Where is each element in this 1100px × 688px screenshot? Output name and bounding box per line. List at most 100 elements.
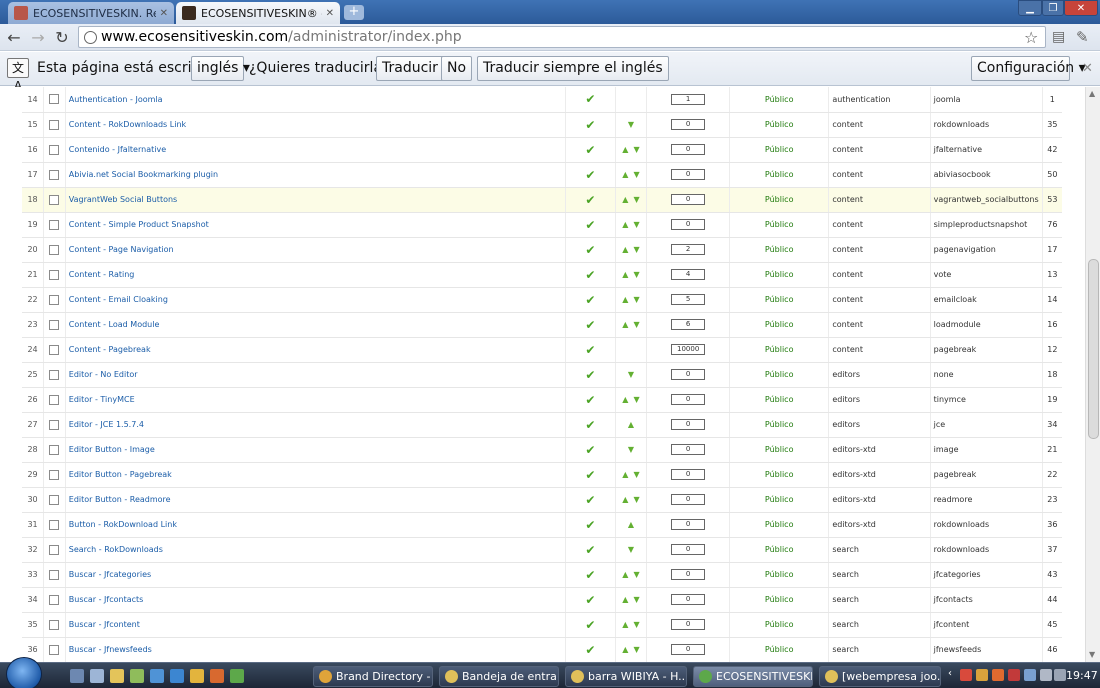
order-down-icon[interactable]: ▼ bbox=[634, 170, 640, 179]
order-down-icon[interactable]: ▼ bbox=[634, 395, 640, 404]
check-icon[interactable]: ✔ bbox=[585, 343, 595, 357]
order-down-icon[interactable]: ▼ bbox=[634, 295, 640, 304]
order-input[interactable]: 1 bbox=[671, 93, 706, 105]
order-input[interactable]: 2 bbox=[671, 244, 706, 255]
plugin-name-link[interactable]: Buscar - Jfcontacts bbox=[69, 595, 144, 604]
vertical-scrollbar[interactable]: ▲ ▼ bbox=[1085, 87, 1100, 662]
check-icon[interactable]: ✔ bbox=[585, 92, 595, 106]
forward-arrow-icon[interactable]: → bbox=[28, 28, 48, 48]
order-input[interactable]: 0 bbox=[671, 169, 706, 180]
order-down-icon[interactable]: ▼ bbox=[634, 145, 640, 154]
access-link[interactable]: Público bbox=[765, 320, 794, 329]
access-link[interactable]: Público bbox=[765, 370, 794, 379]
order-input[interactable]: 0 bbox=[671, 594, 706, 605]
row-checkbox[interactable] bbox=[49, 394, 60, 405]
order-input[interactable]: 0 bbox=[671, 469, 706, 480]
plugin-name-link[interactable]: Content - RokDownloads Link bbox=[69, 120, 186, 129]
order-input[interactable]: 0 bbox=[671, 119, 706, 130]
order-up-icon[interactable]: ▲ bbox=[622, 170, 628, 179]
plugin-name-link[interactable]: Editor Button - Readmore bbox=[69, 495, 171, 504]
translate-settings-button[interactable]: Configuración ▾ bbox=[971, 56, 1086, 81]
address-bar[interactable]: www.ecosensitiveskin.com/administrator/i… bbox=[78, 26, 1046, 48]
row-checkbox[interactable] bbox=[49, 94, 60, 105]
access-link[interactable]: Público bbox=[765, 395, 794, 404]
order-input[interactable]: 0 bbox=[671, 194, 706, 205]
access-link[interactable]: Público bbox=[765, 295, 794, 304]
order-down-icon[interactable]: ▼ bbox=[634, 620, 640, 629]
scroll-thumb[interactable] bbox=[1088, 259, 1099, 439]
plugin-name-link[interactable]: Content - Email Cloaking bbox=[69, 295, 168, 304]
check-icon[interactable]: ✔ bbox=[585, 568, 595, 582]
check-icon[interactable]: ✔ bbox=[585, 393, 595, 407]
browser-tab-1[interactable]: ECOSENSITIVESKIN® - Adm ✕ bbox=[176, 2, 340, 24]
row-checkbox[interactable] bbox=[49, 594, 60, 605]
no-button[interactable]: No bbox=[441, 56, 473, 81]
order-up-icon[interactable]: ▲ bbox=[622, 220, 628, 229]
check-icon[interactable]: ✔ bbox=[585, 293, 595, 307]
show-desktop-icon[interactable] bbox=[70, 669, 84, 683]
order-up-icon[interactable]: ▲ bbox=[622, 470, 628, 479]
network-icon[interactable] bbox=[1024, 669, 1036, 681]
access-link[interactable]: Público bbox=[765, 470, 794, 479]
maximize-button[interactable]: ❐ bbox=[1042, 0, 1064, 16]
back-arrow-icon[interactable]: ← bbox=[4, 28, 24, 48]
order-input[interactable]: 0 bbox=[671, 619, 706, 630]
new-tab-button[interactable]: + bbox=[344, 5, 364, 20]
check-icon[interactable]: ✔ bbox=[585, 318, 595, 332]
order-input[interactable]: 6 bbox=[671, 319, 706, 330]
order-up-icon[interactable]: ▲ bbox=[622, 495, 628, 504]
order-down-icon[interactable]: ▼ bbox=[628, 545, 634, 554]
order-up-icon[interactable]: ▲ bbox=[622, 270, 628, 279]
taskbar-item[interactable]: Brand Directory - ... bbox=[313, 666, 433, 687]
plugin-name-link[interactable]: Editor - No Editor bbox=[69, 370, 138, 379]
order-down-icon[interactable]: ▼ bbox=[634, 570, 640, 579]
order-down-icon[interactable]: ▼ bbox=[634, 195, 640, 204]
row-checkbox[interactable] bbox=[49, 494, 60, 505]
row-checkbox[interactable] bbox=[49, 469, 60, 480]
browser-tab-0[interactable]: ECOSENSITIVESKIN. Regalo ✕ bbox=[8, 2, 174, 24]
row-checkbox[interactable] bbox=[49, 319, 60, 330]
scroll-down-icon[interactable]: ▼ bbox=[1089, 650, 1095, 659]
check-icon[interactable]: ✔ bbox=[585, 518, 595, 532]
row-checkbox[interactable] bbox=[49, 544, 60, 555]
check-icon[interactable]: ✔ bbox=[585, 368, 595, 382]
order-down-icon[interactable]: ▼ bbox=[634, 270, 640, 279]
plugin-name-link[interactable]: Content - Rating bbox=[69, 270, 135, 279]
order-down-icon[interactable]: ▼ bbox=[634, 595, 640, 604]
always-translate-button[interactable]: Traducir siempre el inglés bbox=[477, 56, 669, 81]
start-button[interactable] bbox=[6, 657, 42, 688]
order-up-icon[interactable]: ▲ bbox=[622, 195, 628, 204]
access-link[interactable]: Público bbox=[765, 95, 794, 104]
access-link[interactable]: Público bbox=[765, 345, 794, 354]
check-icon[interactable]: ✔ bbox=[585, 193, 595, 207]
order-down-icon[interactable]: ▼ bbox=[634, 220, 640, 229]
plugin-name-link[interactable]: Authentication - Joomla bbox=[69, 95, 163, 104]
page-menu-icon[interactable]: ▤ bbox=[1052, 29, 1065, 45]
app-icon[interactable] bbox=[150, 669, 164, 683]
access-link[interactable]: Público bbox=[765, 270, 794, 279]
check-icon[interactable]: ✔ bbox=[585, 143, 595, 157]
taskbar-item[interactable]: [webempresa joo... bbox=[819, 666, 941, 687]
close-icon[interactable]: ✕ bbox=[326, 8, 334, 19]
tray-app-icon[interactable] bbox=[960, 669, 972, 681]
plugin-name-link[interactable]: Contenido - Jfalternative bbox=[69, 145, 166, 154]
check-icon[interactable]: ✔ bbox=[585, 493, 595, 507]
close-icon[interactable]: ✕ bbox=[1082, 61, 1093, 76]
media-icon[interactable] bbox=[190, 669, 204, 683]
taskbar-item[interactable]: ECOSENSITIVESKI... bbox=[693, 666, 813, 687]
check-icon[interactable]: ✔ bbox=[585, 543, 595, 557]
plugin-name-link[interactable]: Editor Button - Image bbox=[69, 445, 155, 454]
order-input[interactable]: 10000 bbox=[671, 344, 706, 355]
row-checkbox[interactable] bbox=[49, 344, 60, 355]
window-close-button[interactable]: ✕ bbox=[1064, 0, 1098, 16]
language-select[interactable]: inglés ▾ bbox=[191, 56, 250, 81]
plugin-name-link[interactable]: Content - Page Navigation bbox=[69, 245, 174, 254]
plugin-name-link[interactable]: Content - Load Module bbox=[69, 320, 160, 329]
order-down-icon[interactable]: ▼ bbox=[634, 495, 640, 504]
translate-button[interactable]: Traducir bbox=[376, 56, 444, 81]
row-checkbox[interactable] bbox=[49, 194, 60, 205]
row-checkbox[interactable] bbox=[49, 569, 60, 580]
plugin-name-link[interactable]: Abivia.net Social Bookmarking plugin bbox=[69, 170, 218, 179]
check-icon[interactable]: ✔ bbox=[585, 268, 595, 282]
row-checkbox[interactable] bbox=[49, 144, 60, 155]
